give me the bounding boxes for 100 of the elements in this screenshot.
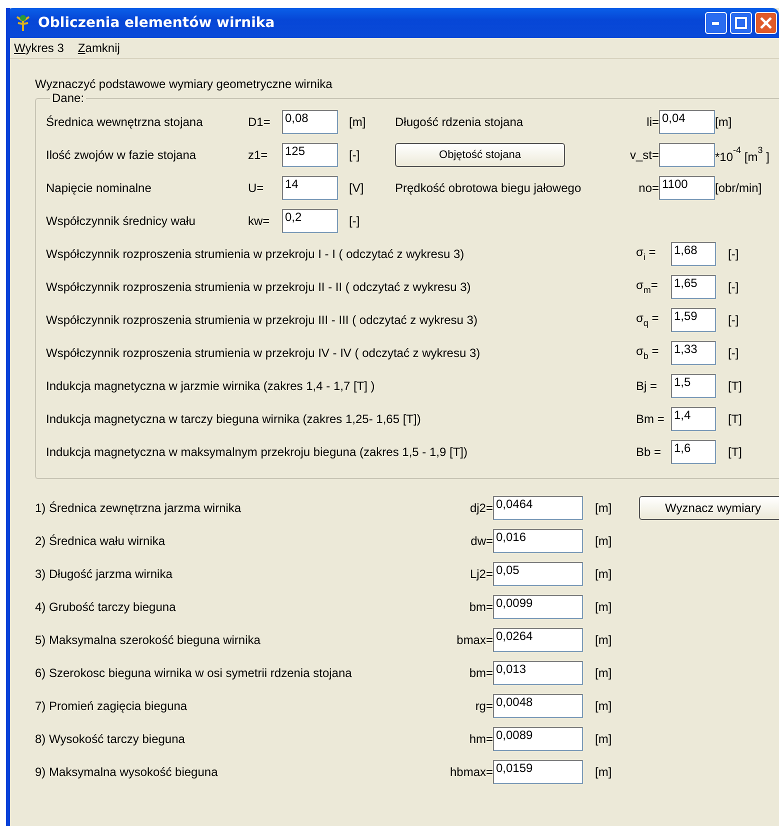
unit-label: [-] (727, 312, 740, 326)
unit-label: [m] (348, 114, 367, 128)
close-button[interactable] (755, 12, 777, 34)
input-field[interactable]: 0,013 (493, 660, 583, 684)
result-label: 1) Średnica zewnętrzna jarzma wirnika (35, 500, 242, 514)
symbol-label: σ$_{m}$= (636, 278, 659, 295)
result-label: 2) Średnica wału wirnika (35, 534, 166, 548)
unit-label: [-] (348, 148, 361, 162)
symbol-label: bm= (468, 600, 493, 614)
unit-label: [T] (727, 444, 743, 458)
unit-label: [m] (594, 632, 613, 646)
symbol-label: no= (638, 180, 659, 194)
input-field[interactable]: 0,0048 (493, 694, 583, 718)
minimize-button[interactable] (705, 12, 727, 34)
unit-label: [-] (348, 214, 361, 228)
symbol-label: li= (646, 114, 659, 128)
input-field[interactable]: 1,65 (671, 274, 716, 298)
input-field[interactable] (659, 142, 715, 166)
field-label: Indukcja magnetyczna w maksymalnym przekroju bieguna (zakres 1,5 - 1,9 [T]) (46, 444, 469, 458)
tree-icon (14, 14, 32, 32)
symbol-label: Bb = (636, 444, 662, 458)
field-label: Indukcja magnetyczna w tarczy bieguna wirnika (zakres 1,25- 1,65 [T]) (46, 412, 422, 426)
input-field[interactable]: 0,04 (659, 110, 715, 134)
unit-label: [obr/min] (715, 180, 763, 194)
unit-label: [-] (727, 280, 740, 294)
symbol-label: dj2= (468, 500, 493, 514)
symbol-label: σ$_{i}$ = (636, 245, 657, 262)
unit-label: [T] (727, 412, 743, 426)
symbol-label: rg= (474, 698, 493, 712)
symbol-label: σ$_{q}$ = (636, 311, 660, 328)
heading: Wyznaczyć podstawowe wymiary geometryczne wirnika (35, 77, 334, 91)
group-title: Dane: (51, 91, 86, 105)
symbol-label: z1= (248, 148, 269, 162)
unit-label: [m] (594, 698, 613, 712)
field-label: Współczynnik rozproszenia strumienia w przekroju II - II ( odczytać z wykresu 3) (46, 280, 472, 294)
input-field[interactable]: 0,0099 (493, 594, 583, 618)
input-field[interactable]: 1,33 (671, 340, 716, 364)
input-field[interactable]: 0,05 (493, 562, 583, 586)
unit-label: [T] (727, 378, 743, 392)
unit-label: [m] (594, 566, 613, 580)
calculate-button[interactable]: Wyznacz wymiary (639, 496, 779, 520)
input-field[interactable]: 1,6 (671, 440, 716, 464)
symbol-label: Bm = (636, 412, 666, 426)
minimize-icon (712, 22, 720, 24)
unit-label: [m] (594, 732, 613, 746)
result-label: 7) Promień zagięcia bieguna (35, 698, 188, 712)
symbol-label: v_st= (628, 148, 659, 162)
result-label: 6) Szerokosc bieguna wirnika w osi symetrii rdzenia stojana (35, 666, 353, 680)
input-field[interactable]: 1,68 (671, 242, 716, 266)
maximize-button[interactable] (730, 12, 752, 34)
input-field[interactable]: 0,0464 (493, 496, 583, 520)
unit-label: [-] (727, 246, 740, 260)
window-title: Obliczenia elementów wirnika (38, 15, 275, 31)
symbol-label: dw= (470, 534, 493, 548)
field-label: Długość rdzenia stojana (395, 114, 524, 128)
field-label: Napięcie nominalne (46, 180, 152, 194)
input-field[interactable]: 0,016 (493, 528, 583, 552)
symbol-label: kw= (248, 214, 271, 228)
unit-label: [m] (594, 666, 613, 680)
result-label: 8) Wysokość tarczy bieguna (35, 732, 186, 746)
field-label: Współczynnik średnicy wału (46, 214, 196, 228)
menu-item[interactable]: Zamknij (78, 41, 120, 55)
field-label: Współczynnik rozproszenia strumienia w przekroju I - I ( odczytać z wykresu 3) (46, 246, 466, 260)
input-field[interactable]: 0,2 (282, 208, 338, 232)
unit-label: [m] (594, 600, 613, 614)
field-label: Prędkość obrotowa biegu jałowego (395, 180, 582, 194)
field-label: Średnica wewnętrzna stojana (46, 114, 204, 128)
symbol-label: bmax= (456, 632, 493, 646)
input-field[interactable]: 14 (282, 176, 338, 200)
input-field[interactable]: 1,4 (671, 406, 716, 430)
volume-button[interactable]: Objętość stojana (395, 142, 565, 166)
result-label: 3) Długość jarzma wirnika (35, 566, 174, 580)
result-label: 4) Grubość tarczy bieguna (35, 600, 177, 614)
field-label: Ilość zwojów w fazie stojana (46, 148, 198, 162)
input-field[interactable]: 1,5 (671, 374, 716, 398)
field-label: Współczynnik rozproszenia strumienia w przekroju IV - IV ( odczytać z wykresu 3) (46, 346, 482, 360)
input-field[interactable]: 125 (282, 142, 338, 166)
unit-label: [m] (594, 764, 613, 778)
symbol-label: D1= (248, 114, 272, 128)
unit-label: [-] (727, 346, 740, 360)
symbol-label: hm= (468, 732, 493, 746)
symbol-label: Lj2= (468, 566, 493, 580)
unit-label: [m] (594, 500, 613, 514)
input-field[interactable]: 0,08 (282, 110, 338, 134)
menu-item[interactable]: Wykres 3 (14, 41, 64, 55)
input-field[interactable]: 1100 (659, 176, 715, 200)
input-field[interactable]: 0,0089 (493, 726, 583, 750)
symbol-label: Bj = (636, 378, 658, 392)
symbol-label: hbmax= (448, 764, 493, 778)
close-icon (760, 17, 772, 29)
unit-label: *10$^{-4}$ [m$^{3}$ ] (715, 145, 770, 164)
unit-label: [m] (715, 114, 733, 128)
input-field[interactable]: 1,59 (671, 308, 716, 332)
symbol-label: σ$_{b}$ = (636, 344, 660, 361)
unit-label: [m] (594, 534, 613, 548)
input-field[interactable]: 0,0264 (493, 628, 583, 652)
field-label: Indukcja magnetyczna w jarzmie wirnika (zakres 1,4 - 1,7 [T] ) (46, 378, 376, 392)
unit-label: [V] (348, 180, 365, 194)
maximize-icon (735, 17, 747, 29)
input-field[interactable]: 0,0159 (493, 760, 583, 784)
